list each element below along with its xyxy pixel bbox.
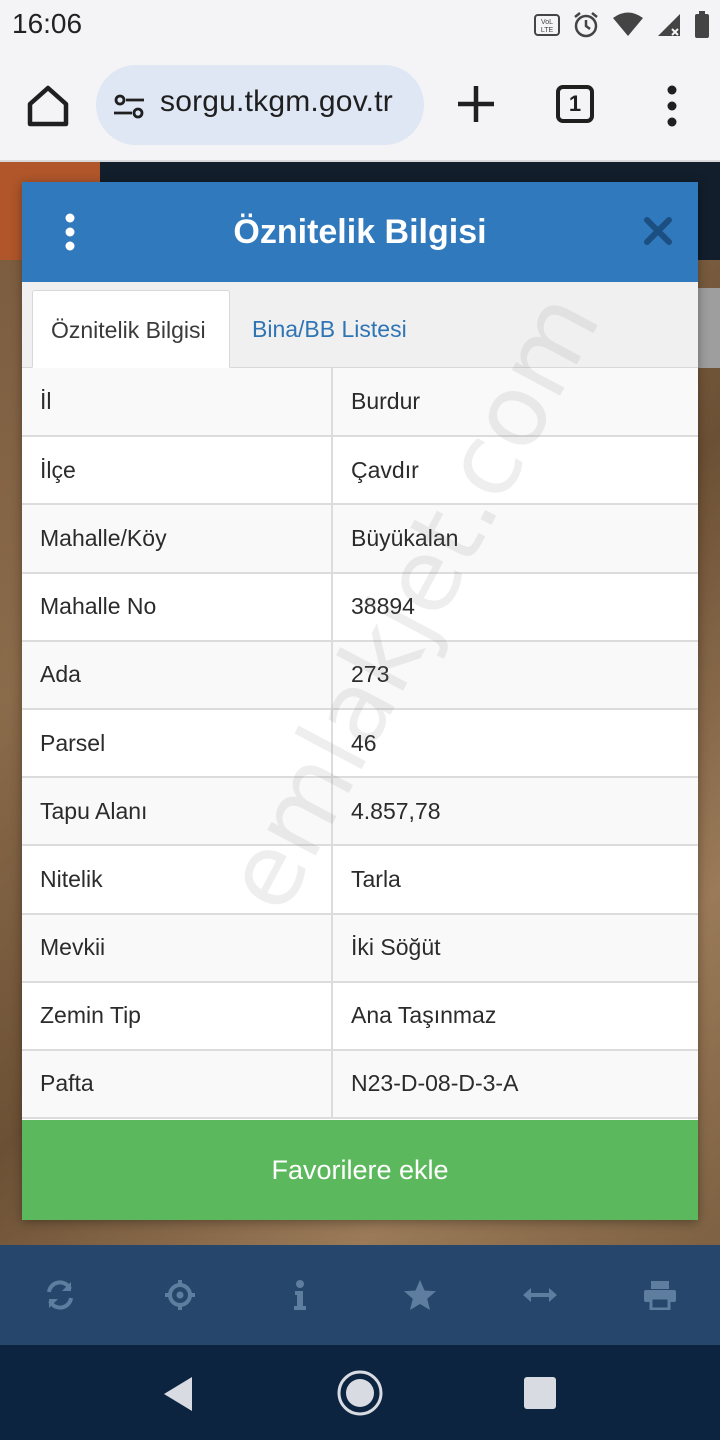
info-icon [294,1280,306,1310]
battery-icon [695,11,709,38]
more-vert-icon [65,213,75,251]
back-icon[interactable] [160,1375,196,1413]
dialog-header: Öznitelik Bilgisi [22,182,698,282]
status-bar: 16:06 VoL LTE [0,0,720,50]
signal-icon [658,14,680,36]
attribute-info-dialog: Öznitelik Bilgisi Öznitelik Bilgisi Bina… [22,182,698,1220]
refresh-button[interactable] [0,1245,120,1345]
new-tab-button[interactable] [454,82,498,126]
locate-button[interactable] [120,1245,240,1345]
home-nav-icon[interactable] [336,1369,384,1417]
add-to-favorites-button[interactable]: Favorilere ekle [22,1120,698,1220]
recents-icon[interactable] [524,1377,556,1409]
table-row: Zemin Tip Ana Taşınmaz [22,981,698,1051]
tab-building-list[interactable]: Bina/BB Listesi [234,290,425,368]
table-row: Mahalle/Köy Büyükalan [22,504,698,574]
close-icon [644,217,672,245]
dialog-tabs: Öznitelik Bilgisi Bina/BB Listesi [22,282,698,368]
row-key: Ada [22,640,333,710]
map-toolbar [0,1245,720,1345]
table-row: Mevkii İki Söğüt [22,913,698,983]
row-value: Ana Taşınmaz [332,981,698,1051]
table-row: Nitelik Tarla [22,845,698,915]
map-scrollbar[interactable] [698,288,720,368]
row-key: Parsel [22,708,333,779]
row-value: Büyükalan [332,504,698,574]
table-row: Pafta N23-D-08-D-3-A [22,1049,698,1120]
table-row: Tapu Alanı 4.857,78 [22,777,698,847]
measure-button[interactable] [480,1245,600,1345]
row-value: Çavdır [332,436,698,506]
svg-text:VoL: VoL [541,19,553,26]
row-key: Mevkii [22,913,333,983]
address-bar[interactable]: sorgu.tkgm.gov.tr [96,65,424,145]
table-row: İlçe Çavdır [22,436,698,506]
more-vert-icon [667,85,677,127]
volte-icon: VoL LTE [534,14,560,36]
row-value: 273 [332,640,698,710]
plus-icon [458,86,494,122]
dialog-close-button[interactable] [642,215,674,247]
row-value: 4.857,78 [332,777,698,847]
row-value: N23-D-08-D-3-A [332,1049,698,1120]
locate-icon [165,1280,195,1310]
status-time: 16:06 [12,8,83,39]
row-value: 38894 [332,572,698,642]
tab-attribute-info[interactable]: Öznitelik Bilgisi [32,290,230,368]
refresh-icon [47,1280,73,1310]
browser-menu-button[interactable] [656,80,688,132]
row-value: Tarla [332,845,698,915]
browser-toolbar: sorgu.tkgm.gov.tr 1 [0,50,720,160]
row-key: İlçe [22,436,333,506]
dialog-title: Öznitelik Bilgisi [233,213,487,251]
wifi-icon [613,12,643,36]
table-row: Parsel 46 [22,708,698,779]
status-icons: VoL LTE [534,8,710,42]
row-key: Tapu Alanı [22,777,333,847]
favorites-button[interactable] [360,1245,480,1345]
site-settings-icon[interactable] [112,89,146,123]
home-icon [27,85,69,127]
row-value: İki Söğüt [332,913,698,983]
url-text: sorgu.tkgm.gov.tr [160,85,393,118]
system-nav-bar [0,1345,720,1440]
measure-icon [523,1288,557,1302]
row-value: Burdur [332,368,698,438]
table-row: İl Burdur [22,368,698,438]
print-button[interactable] [600,1245,720,1345]
table-row: Mahalle No 38894 [22,572,698,642]
svg-text:LTE: LTE [541,27,554,34]
info-button[interactable] [240,1245,360,1345]
row-key: Zemin Tip [22,981,333,1051]
row-value: 46 [332,708,698,779]
row-key: İl [22,368,333,438]
row-key: Pafta [22,1049,333,1120]
alarm-icon [574,12,598,38]
table-row: Ada 273 [22,640,698,710]
print-icon [644,1281,676,1310]
star-icon [404,1280,436,1310]
row-key: Nitelik [22,845,333,915]
row-key: Mahalle No [22,572,333,642]
row-key: Mahalle/Köy [22,504,333,574]
home-button[interactable] [22,80,74,132]
dialog-menu-button[interactable] [58,212,82,252]
tab-switcher-button[interactable]: 1 [556,85,594,123]
attribute-table: İl Burdur İlçe Çavdır Mahalle/Köy Büyüka… [22,368,698,1120]
